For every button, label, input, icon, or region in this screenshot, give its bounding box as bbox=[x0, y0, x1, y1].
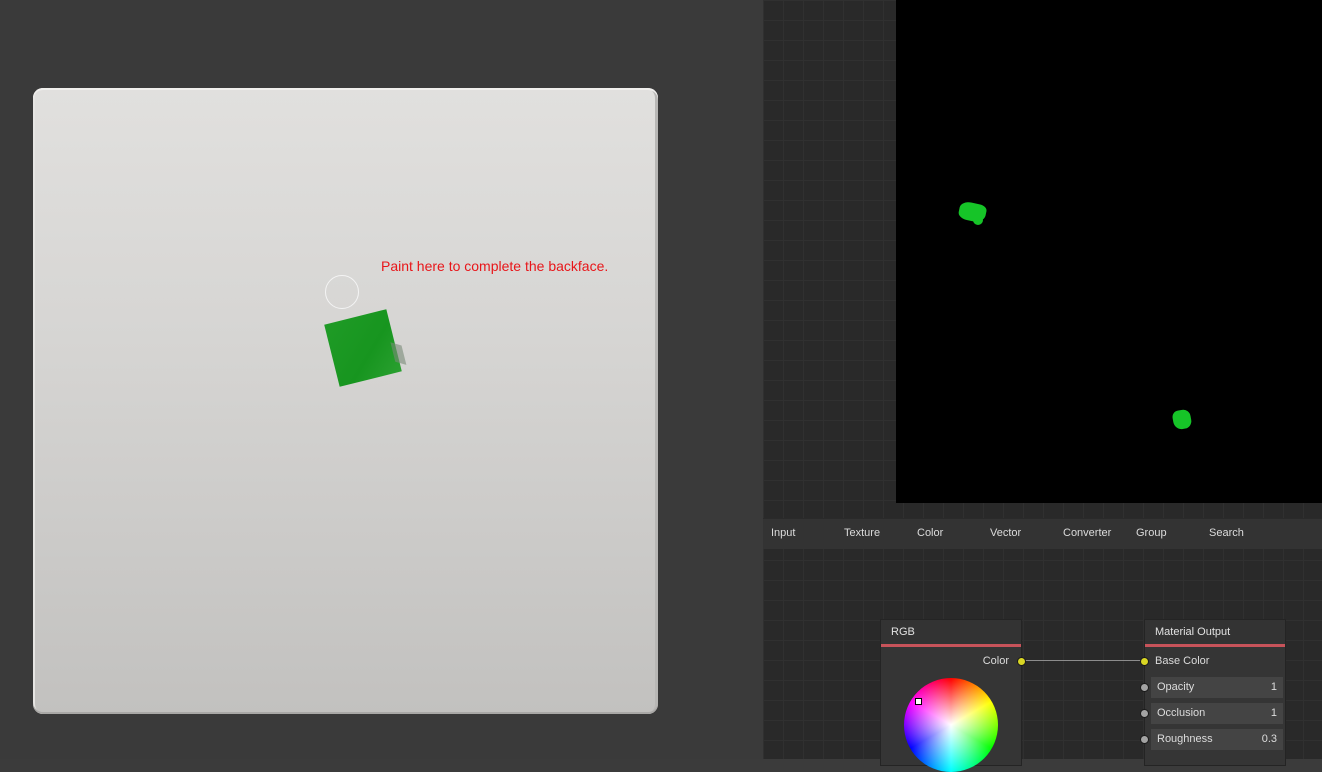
brush-cursor-icon bbox=[325, 275, 359, 309]
node-editor-panel[interactable]: Input Texture Color Vector Converter Gro… bbox=[763, 0, 1322, 772]
occlusion-value: 1 bbox=[1270, 707, 1277, 719]
menu-input[interactable]: Input bbox=[771, 519, 795, 547]
base-color-socket[interactable] bbox=[1140, 657, 1149, 666]
menu-group[interactable]: Group bbox=[1136, 519, 1167, 547]
roughness-field[interactable]: Roughness 0.3 bbox=[1151, 729, 1283, 750]
material-output-node[interactable]: Material Output Base Color Opacity 1 Occ… bbox=[1140, 619, 1286, 766]
menu-search[interactable]: Search bbox=[1209, 519, 1244, 547]
opacity-label: Opacity bbox=[1157, 681, 1195, 693]
base-color-label: Base Color bbox=[1155, 655, 1210, 667]
color-output-socket[interactable] bbox=[1017, 657, 1026, 666]
mesh-plane[interactable] bbox=[33, 88, 658, 714]
occlusion-socket[interactable] bbox=[1140, 709, 1149, 718]
occlusion-field[interactable]: Occlusion 1 bbox=[1151, 703, 1283, 724]
menu-texture[interactable]: Texture bbox=[844, 519, 880, 547]
menu-color[interactable]: Color bbox=[917, 519, 943, 547]
opacity-field[interactable]: Opacity 1 bbox=[1151, 677, 1283, 698]
rgb-node[interactable]: RGB Color bbox=[880, 619, 1026, 772]
menu-converter[interactable]: Converter bbox=[1063, 519, 1111, 547]
roughness-label: Roughness bbox=[1157, 733, 1213, 745]
rgb-node-title[interactable]: RGB bbox=[881, 620, 1021, 647]
material-output-title[interactable]: Material Output bbox=[1145, 620, 1285, 647]
node-menu-bar: Input Texture Color Vector Converter Gro… bbox=[763, 518, 1322, 549]
color-picker-handle[interactable] bbox=[915, 698, 922, 705]
roughness-value: 0.3 bbox=[1261, 733, 1277, 745]
3d-viewport[interactable]: Paint here to complete the backface. bbox=[0, 0, 763, 759]
occlusion-label: Occlusion bbox=[1157, 707, 1206, 719]
menu-vector[interactable]: Vector bbox=[990, 519, 1021, 547]
node-link[interactable] bbox=[1021, 660, 1145, 661]
color-output-label: Color bbox=[982, 655, 1009, 667]
opacity-socket[interactable] bbox=[1140, 683, 1149, 692]
hint-text: Paint here to complete the backface. bbox=[381, 258, 609, 274]
paint-blob bbox=[1171, 408, 1193, 431]
color-wheel[interactable] bbox=[904, 678, 998, 772]
opacity-value: 1 bbox=[1270, 681, 1277, 693]
texture-preview[interactable] bbox=[896, 0, 1322, 503]
paint-blob bbox=[973, 215, 983, 225]
roughness-socket[interactable] bbox=[1140, 735, 1149, 744]
